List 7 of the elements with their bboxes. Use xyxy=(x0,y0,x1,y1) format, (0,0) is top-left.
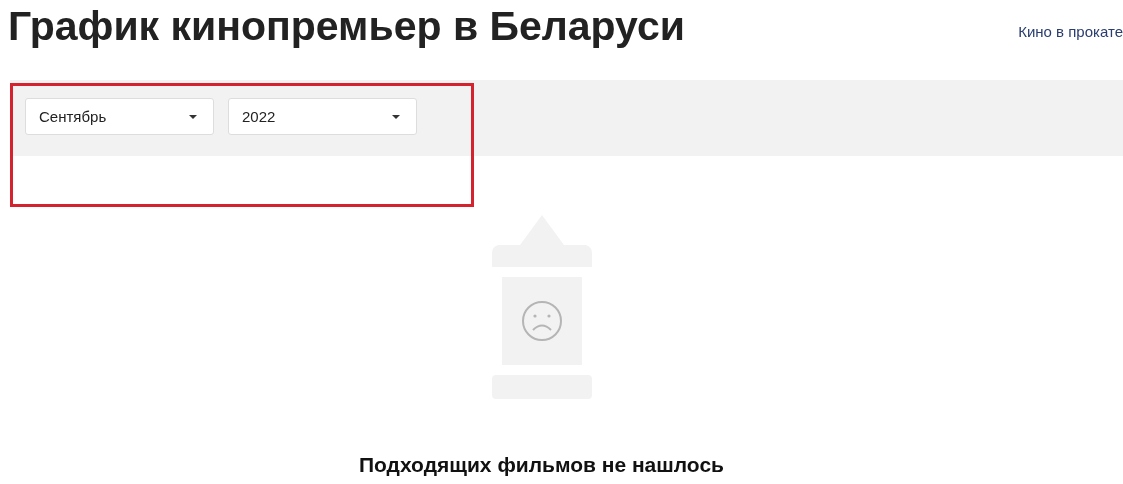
dropdown[interactable]: Сентябрь xyxy=(25,98,214,135)
empty-message: Подходящих фильмов не нашлось xyxy=(358,453,724,477)
page-title: График кинопремьер в Беларуси xyxy=(8,2,685,50)
dropdown[interactable]: 2022 xyxy=(228,98,417,135)
caret-icon xyxy=(392,114,400,119)
nav-link[interactable]: Кино в прокате xyxy=(1018,23,1123,40)
caret-icon xyxy=(189,114,197,119)
